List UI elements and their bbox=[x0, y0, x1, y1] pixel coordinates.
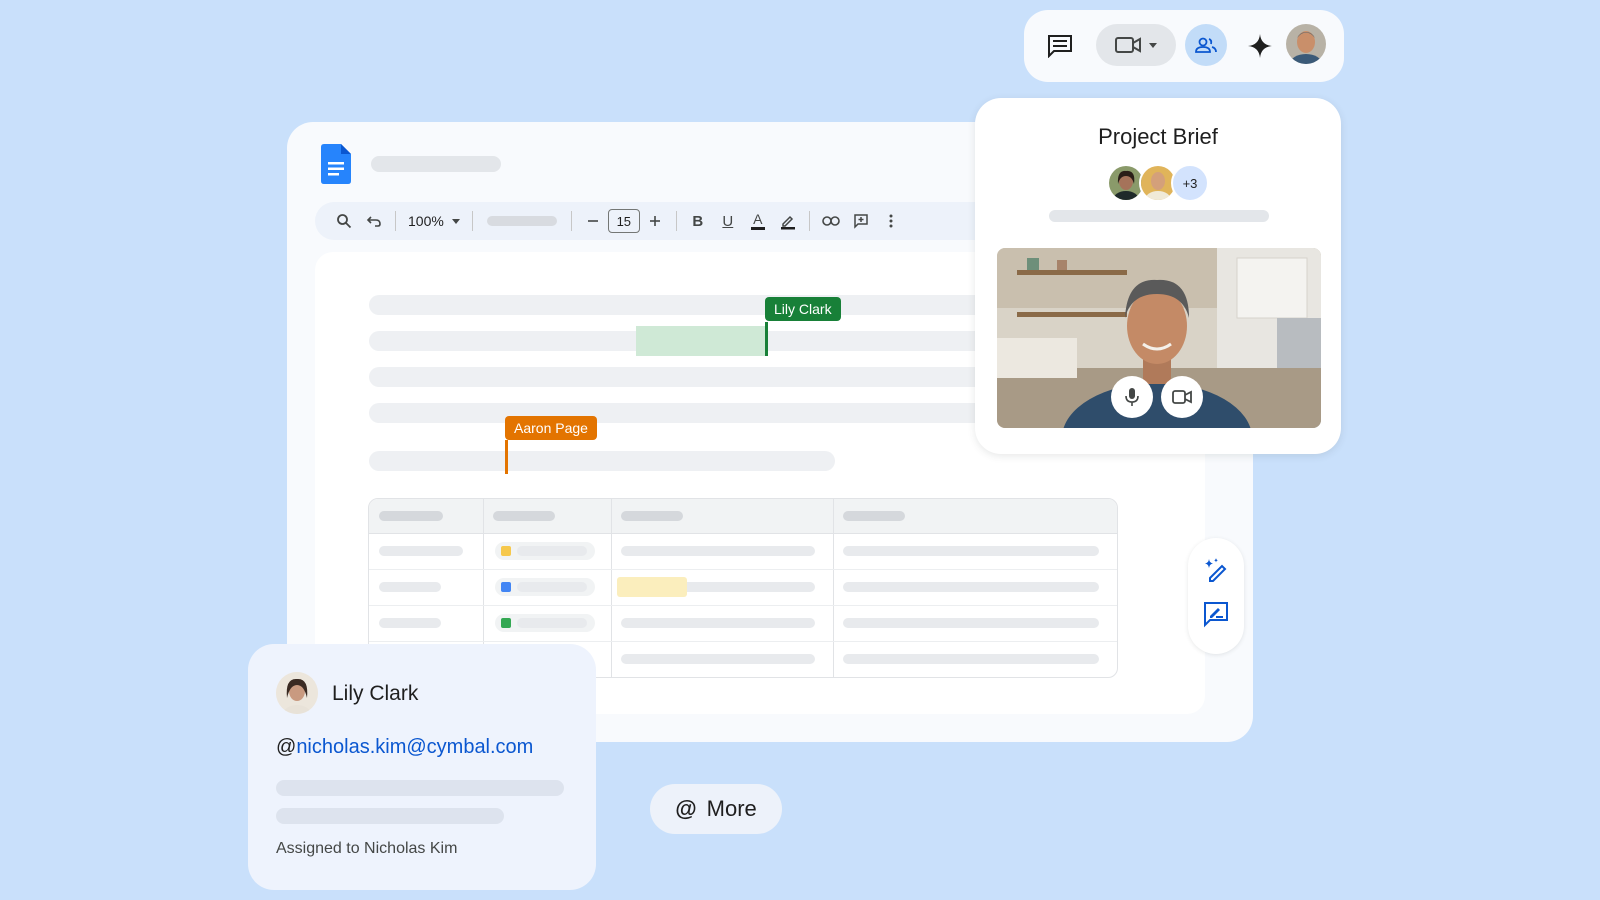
text-line bbox=[369, 403, 989, 423]
meeting-title: Project Brief bbox=[1098, 124, 1218, 149]
video-call-icon[interactable] bbox=[1096, 24, 1176, 66]
gemini-sparkle-icon[interactable] bbox=[1242, 28, 1278, 64]
zoom-select[interactable]: 100% bbox=[402, 213, 466, 229]
app-bar bbox=[1024, 10, 1344, 82]
header-cell bbox=[843, 511, 905, 521]
search-icon[interactable] bbox=[329, 206, 359, 236]
plus-icon[interactable] bbox=[640, 206, 670, 236]
highlighted-cell bbox=[617, 577, 687, 597]
meeting-subtitle-placeholder bbox=[1049, 210, 1269, 222]
column-divider bbox=[611, 499, 612, 677]
table-cell bbox=[379, 618, 441, 628]
status-dot bbox=[501, 546, 511, 556]
text-line bbox=[369, 295, 989, 315]
zoom-value: 100% bbox=[408, 213, 444, 229]
toolbar-divider bbox=[471, 211, 473, 231]
chat-icon[interactable] bbox=[1042, 28, 1078, 64]
meeting-card: Project Brief +3 bbox=[975, 98, 1341, 454]
header-cell bbox=[379, 511, 443, 521]
user-avatar[interactable] bbox=[1286, 24, 1326, 64]
toolbar-divider bbox=[570, 211, 572, 231]
link-icon[interactable] bbox=[816, 206, 846, 236]
header-cell bbox=[493, 511, 555, 521]
chevron-down-icon bbox=[451, 218, 460, 224]
video-feed bbox=[997, 248, 1321, 428]
person-name: Lily Clark bbox=[332, 682, 419, 705]
text-placeholder bbox=[276, 780, 564, 796]
more-button[interactable]: @ More bbox=[650, 784, 782, 834]
table-cell bbox=[517, 546, 587, 556]
table-cell bbox=[379, 546, 463, 556]
document-title-placeholder[interactable] bbox=[371, 156, 501, 172]
text-selection bbox=[636, 326, 766, 356]
person-card: Lily Clark @nicholas.kim@cymbal.com Assi… bbox=[248, 644, 596, 890]
formatting-toolbar: 100% 15 B U A bbox=[315, 202, 1015, 240]
assignment-text: Assigned to Nicholas Kim bbox=[276, 840, 458, 857]
status-dot bbox=[501, 618, 511, 628]
text-line bbox=[369, 451, 835, 471]
header-cell bbox=[621, 511, 683, 521]
collaborator-cursor bbox=[765, 322, 768, 356]
google-docs-icon[interactable] bbox=[321, 144, 351, 184]
table-cell bbox=[621, 618, 815, 628]
toolbar-divider bbox=[395, 211, 396, 231]
avatar[interactable] bbox=[276, 672, 318, 714]
table-header bbox=[369, 499, 1117, 533]
table-cell bbox=[517, 618, 587, 628]
bold-icon[interactable]: B bbox=[683, 206, 713, 236]
table-cell bbox=[621, 546, 815, 556]
toolbar-divider bbox=[808, 211, 810, 231]
collaborator-cursor bbox=[505, 440, 508, 474]
help-me-write-icon[interactable] bbox=[1202, 556, 1230, 584]
highlight-icon[interactable] bbox=[773, 206, 803, 236]
font-size-input[interactable]: 15 bbox=[607, 209, 640, 233]
table-cell bbox=[843, 582, 1099, 592]
minus-icon[interactable] bbox=[578, 206, 608, 236]
text-placeholder bbox=[276, 808, 504, 824]
table-cell bbox=[379, 582, 441, 592]
table-cell bbox=[621, 654, 815, 664]
table-cell bbox=[843, 654, 1099, 664]
people-icon[interactable] bbox=[1185, 24, 1227, 66]
text-color-bar bbox=[750, 227, 765, 230]
row-divider bbox=[369, 641, 1117, 642]
font-family-select[interactable] bbox=[486, 216, 557, 226]
side-rail bbox=[1188, 538, 1244, 654]
email-link[interactable]: nicholas.kim@cymbal.com bbox=[296, 736, 533, 758]
participant-overflow-count: +3 bbox=[1171, 164, 1209, 202]
row-divider bbox=[369, 569, 1117, 570]
comment-edit-icon[interactable] bbox=[1202, 600, 1230, 628]
underline-icon[interactable]: U bbox=[713, 206, 743, 236]
collaborator-label: Aaron Page bbox=[505, 416, 597, 440]
column-divider bbox=[833, 499, 834, 677]
more-vert-icon[interactable] bbox=[876, 206, 906, 236]
text-color-icon[interactable]: A bbox=[743, 206, 773, 236]
table-cell bbox=[843, 618, 1099, 628]
chevron-down-icon bbox=[1149, 42, 1157, 48]
text-color-label: A bbox=[753, 211, 763, 227]
more-label: More bbox=[706, 796, 757, 821]
collaborator-label: Lily Clark bbox=[765, 297, 841, 321]
participant-avatars[interactable]: +3 bbox=[1107, 164, 1209, 202]
status-dot bbox=[501, 582, 511, 592]
mention-line: @nicholas.kim@cymbal.com bbox=[276, 736, 533, 759]
table-cell bbox=[843, 546, 1099, 556]
mic-icon[interactable] bbox=[1111, 376, 1153, 418]
row-divider bbox=[369, 605, 1117, 606]
comment-icon[interactable] bbox=[846, 206, 876, 236]
row-divider bbox=[369, 533, 1117, 534]
at-icon: @ bbox=[675, 796, 697, 821]
toolbar-divider bbox=[675, 211, 677, 231]
camera-icon[interactable] bbox=[1161, 376, 1203, 418]
undo-icon[interactable] bbox=[359, 206, 389, 236]
table-cell bbox=[517, 582, 587, 592]
text-line bbox=[369, 367, 989, 387]
mention-prefix: @ bbox=[276, 736, 297, 758]
